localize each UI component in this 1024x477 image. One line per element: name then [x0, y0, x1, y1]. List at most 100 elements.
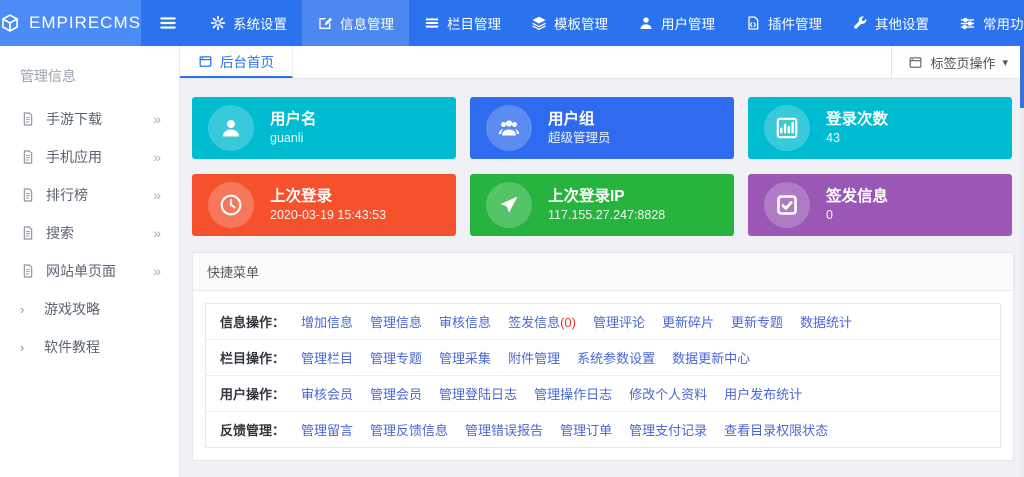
sidebar-item-1[interactable]: 手机应用 » [0, 138, 179, 176]
sidebar-item-6[interactable]: ›软件教程 [0, 328, 179, 366]
sidebar-title: 管理信息 [0, 46, 179, 100]
sliders-icon [959, 15, 976, 32]
card-icon-wrap [486, 105, 532, 151]
clock-icon [218, 192, 244, 218]
chart-icon [774, 115, 800, 141]
window-icon [198, 54, 213, 69]
card-value: 0 [826, 207, 888, 224]
sidebar: 管理信息 手游下载 » 手机应用 » 排行榜»搜索»网站单页面»›游戏攻略›软件教程 [0, 46, 180, 477]
hamburger-icon [158, 13, 178, 33]
nav-item-1[interactable]: 信息管理 [302, 0, 409, 46]
nav-menu: 系统设置信息管理 栏目管理 模板管理用户管理 插件管理其他设置 常用功能 [195, 0, 1024, 46]
quick-menu-title: 快捷菜单 [193, 253, 1013, 291]
chevrons-right-icon: » [153, 111, 161, 127]
sidebar-item-3[interactable]: 搜索» [0, 214, 179, 252]
stat-card-0: 用户名guanli [192, 97, 456, 159]
quick-menu-row-3: 反馈管理：管理留言管理反馈信息管理错误报告管理订单管理支付记录查看目录权限状态 [206, 412, 1000, 447]
card-value: guanli [270, 130, 317, 147]
scrollbar-thumb[interactable] [1020, 46, 1024, 108]
chevrons-right-icon: » [153, 149, 161, 165]
send-icon [497, 193, 521, 217]
nav-item-label: 插件管理 [768, 13, 822, 33]
people-icon [497, 116, 521, 140]
nav-item-4[interactable]: 用户管理 [623, 0, 730, 46]
quick-link[interactable]: 管理评论 [593, 312, 645, 331]
layers-icon [531, 15, 547, 31]
vertical-scrollbar [1020, 46, 1024, 477]
quick-link-badge: (0) [560, 315, 576, 330]
chevrons-right-icon: » [153, 225, 161, 241]
quick-link[interactable]: 管理栏目 [301, 348, 353, 367]
nav-item-0[interactable]: 系统设置 [195, 0, 302, 46]
quick-link[interactable]: 增加信息 [301, 312, 353, 331]
sidebar-item-label: 软件教程 [44, 337, 100, 357]
stat-cards: 用户名guanli用户组超级管理员登录次数43 上次登录2020-03-19 15… [192, 97, 1014, 236]
card-value: 超级管理员 [548, 130, 611, 147]
doc-icon [20, 225, 36, 241]
quick-link[interactable]: 管理错误报告 [465, 420, 543, 439]
quick-link[interactable]: 用户发布统计 [724, 384, 802, 403]
quick-link[interactable]: 管理采集 [439, 348, 491, 367]
stat-card-2: 登录次数43 [748, 97, 1012, 159]
card-icon-wrap [486, 182, 532, 228]
nav-item-7[interactable]: 常用功能 [944, 0, 1024, 46]
nav-item-label: 栏目管理 [447, 13, 501, 33]
wrench-icon [852, 15, 868, 31]
quick-link[interactable]: 管理支付记录 [629, 420, 707, 439]
quick-link[interactable]: 管理订单 [560, 420, 612, 439]
tab-strip: 后台首页 标签页操作 ▾ [180, 46, 1024, 79]
quick-link[interactable]: 附件管理 [508, 348, 560, 367]
quick-row-label: 栏目操作： [220, 348, 285, 367]
card-icon-wrap [208, 105, 254, 151]
chevrons-right-icon: » [153, 263, 161, 279]
tab-dashboard[interactable]: 后台首页 [180, 46, 293, 78]
nav-item-label: 模板管理 [554, 13, 608, 33]
person-icon [219, 116, 243, 140]
quick-link[interactable]: 管理登陆日志 [439, 384, 517, 403]
quick-link[interactable]: 修改个人资料 [629, 384, 707, 403]
quick-row-label: 用户操作： [220, 384, 285, 403]
nav-item-5[interactable]: 插件管理 [730, 0, 837, 46]
quick-link[interactable]: 数据更新中心 [672, 348, 750, 367]
quick-link[interactable]: 管理反馈信息 [370, 420, 448, 439]
quick-link[interactable]: 管理会员 [370, 384, 422, 403]
quick-link[interactable]: 签发信息(0) [508, 312, 576, 331]
quick-link[interactable]: 管理操作日志 [534, 384, 612, 403]
quick-link[interactable]: 管理专题 [370, 348, 422, 367]
nav-item-label: 常用功能 [983, 13, 1024, 33]
quick-link[interactable]: 查看目录权限状态 [724, 420, 828, 439]
quick-link[interactable]: 审核会员 [301, 384, 353, 403]
card-icon-wrap [764, 182, 810, 228]
quick-link[interactable]: 管理留言 [301, 420, 353, 439]
brand-logo[interactable]: EMPIRECMS [0, 0, 141, 46]
nav-item-2[interactable]: 栏目管理 [409, 0, 516, 46]
nav-item-3[interactable]: 模板管理 [516, 0, 623, 46]
card-icon-wrap [208, 182, 254, 228]
doc-icon [20, 263, 36, 279]
collapse-menu-button[interactable] [141, 0, 195, 46]
nav-item-6[interactable]: 其他设置 [837, 0, 944, 46]
user-icon [638, 15, 654, 31]
sidebar-item-0[interactable]: 手游下载 » [0, 100, 179, 138]
sidebar-item-label: 手游下载 [46, 109, 102, 129]
quick-menu-row-1: 栏目操作： 管理栏目管理专题管理采集附件管理系统参数设置数据更新中心 [206, 340, 1000, 376]
doc-icon [20, 111, 36, 127]
card-title: 上次登录IP [548, 187, 665, 207]
main-content: 用户名guanli用户组超级管理员登录次数43 上次登录2020-03-19 15… [180, 79, 1024, 477]
quick-link[interactable]: 审核信息 [439, 312, 491, 331]
stat-card-3: 上次登录2020-03-19 15:43:53 [192, 174, 456, 236]
quick-link[interactable]: 更新碎片 [662, 312, 714, 331]
quick-menu-row-2: 用户操作： 审核会员管理会员管理登陆日志管理操作日志修改个人资料用户发布统计 [206, 376, 1000, 412]
quick-link[interactable]: 更新专题 [731, 312, 783, 331]
quick-link[interactable]: 系统参数设置 [577, 348, 655, 367]
sidebar-item-2[interactable]: 排行榜» [0, 176, 179, 214]
quick-link[interactable]: 管理信息 [370, 312, 422, 331]
tab-actions-dropdown[interactable]: 标签页操作 ▾ [891, 46, 1024, 78]
sidebar-item-4[interactable]: 网站单页面» [0, 252, 179, 290]
stat-card-1: 用户组超级管理员 [470, 97, 734, 159]
card-icon-wrap [764, 105, 810, 151]
sidebar-item-label: 手机应用 [46, 147, 102, 167]
caret-down-icon: ▾ [1002, 56, 1008, 69]
quick-link[interactable]: 数据统计 [800, 312, 852, 331]
sidebar-item-5[interactable]: ›游戏攻略 [0, 290, 179, 328]
